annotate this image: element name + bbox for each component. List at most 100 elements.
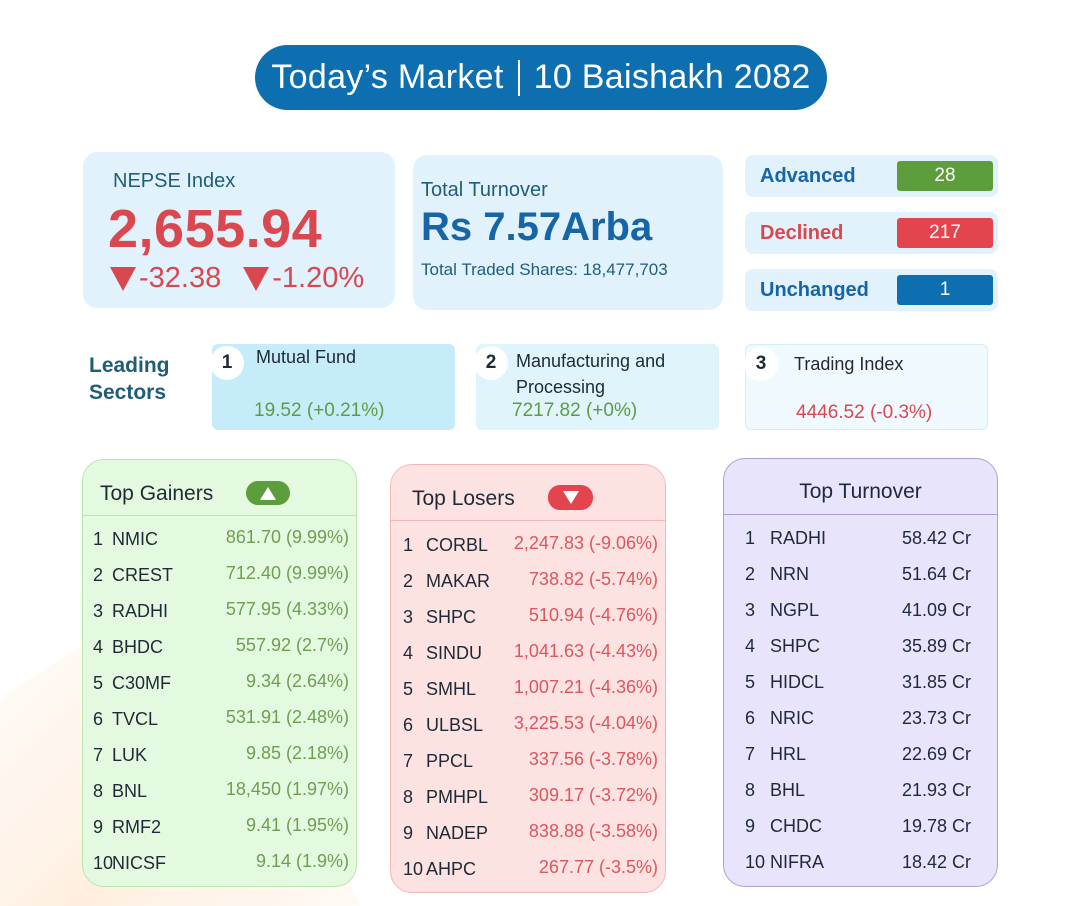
advanced-count: 28 (897, 161, 993, 191)
row-symbol: TVCL (112, 709, 159, 729)
row-symbol: ULBSL (426, 715, 484, 735)
row-symbol: NMIC (112, 529, 158, 549)
row-symbol: BHL (770, 780, 806, 800)
row-symbol: LUK (112, 745, 148, 765)
triangle-up-icon (260, 486, 276, 500)
turnover-label: Total Turnover (421, 179, 548, 201)
title-separator (517, 59, 520, 96)
row-value: 9.85 (2.18%) (245, 743, 349, 763)
losers-badge (548, 485, 593, 510)
row-index: 10 (745, 852, 766, 872)
row-index: 5 (745, 672, 756, 692)
row-index: 3 (745, 600, 756, 620)
sector-name: Mutual Fund (256, 347, 357, 367)
leading-sectors-title: Leading Sectors (89, 352, 170, 406)
title-date: 10 Baishakh 2082 (533, 58, 811, 96)
row-value: 838.88 (-3.58%) (528, 821, 658, 841)
row-index: 3 (93, 601, 104, 621)
row-value: 51.64 Cr (901, 564, 971, 584)
row-value: 23.73 Cr (901, 708, 971, 728)
row-index: 1 (403, 535, 414, 555)
row-value: 35.89 Cr (901, 636, 971, 656)
nepse-value: 2,655.94 (108, 199, 323, 259)
top-losers-title: Top Losers (412, 487, 515, 510)
row-symbol: SINDU (426, 643, 483, 663)
row-value: 1,041.63 (-4.43%) (513, 641, 658, 661)
row-index: 1 (93, 529, 104, 549)
traded-shares: Total Traded Shares: 18,477,703 (421, 260, 668, 279)
total-turnover-card: Total Turnover Rs 7.57Arba Total Traded … (413, 155, 723, 310)
row-symbol: RADHI (770, 528, 827, 548)
row-index: 8 (745, 780, 756, 800)
row-symbol: PPCL (426, 751, 474, 771)
page-title: Today’s Market 10 Baishakh 2082 (255, 45, 827, 110)
sector-name: Trading Index (794, 354, 904, 374)
triangle-down-icon (562, 491, 579, 504)
row-index: 4 (745, 636, 756, 656)
sector-rank: 1 (210, 346, 244, 380)
nepse-label: NEPSE Index (113, 170, 236, 192)
table-row: 1 NMIC 861.70 (9.99%) (83, 520, 356, 556)
sector-name: Manufacturing and Processing (516, 351, 666, 397)
row-symbol: RADHI (112, 601, 169, 621)
sector-value: 7217.82 (+0%) (512, 400, 638, 421)
table-row: 10 NIFRA 18.42 Cr (724, 843, 997, 879)
table-row: 7 HRL 22.69 Cr (724, 735, 997, 771)
row-index: 6 (93, 709, 104, 729)
row-index: 10 (403, 859, 424, 879)
declined-label: Declined (760, 222, 844, 244)
table-row: 7 PPCL 337.56 (-3.78%) (391, 741, 665, 777)
row-value: 9.34 (2.64%) (245, 671, 349, 691)
table-row: 2 CREST 712.40 (9.99%) (83, 556, 356, 592)
table-row: 3 NGPL 41.09 Cr (724, 591, 997, 627)
sector-rank: 3 (744, 347, 778, 381)
row-index: 2 (93, 565, 104, 585)
row-symbol: CHDC (770, 816, 822, 836)
row-value: 2,247.83 (-9.06%) (513, 533, 658, 553)
gainers-badge (246, 481, 290, 505)
advanced-label: Advanced (760, 165, 856, 187)
table-row: 9 NADEP 838.88 (-3.58%) (391, 813, 665, 849)
table-row: 8 BNL 18,450 (1.97%) (83, 772, 356, 808)
table-row: 4 BHDC 557.92 (2.7%) (83, 628, 356, 664)
unchanged-count: 1 (897, 275, 993, 305)
down-arrow-icon (243, 266, 270, 291)
table-row: 5 C30MF 9.34 (2.64%) (83, 664, 356, 700)
table-row: 6 ULBSL 3,225.53 (-4.04%) (391, 705, 665, 741)
table-row: 4 SINDU 1,041.63 (-4.43%) (391, 633, 665, 669)
row-symbol: CREST (112, 565, 174, 585)
table-row: 2 MAKAR 738.82 (-5.74%) (391, 561, 665, 597)
row-index: 9 (403, 823, 414, 843)
table-row: 10 AHPC 267.77 (-3.5%) (391, 849, 665, 885)
row-index: 7 (403, 751, 414, 771)
row-index: 5 (403, 679, 414, 699)
row-index: 2 (403, 571, 414, 591)
row-value: 510.94 (-4.76%) (528, 605, 658, 625)
table-row: 7 LUK 9.85 (2.18%) (83, 736, 356, 772)
row-symbol: NIFRA (770, 852, 824, 872)
row-symbol: MAKAR (426, 571, 491, 591)
table-row: 1 RADHI 58.42 Cr (724, 519, 997, 555)
row-value: 337.56 (-3.78%) (528, 749, 658, 769)
row-index: 10 (93, 853, 114, 873)
table-row: 6 TVCL 531.91 (2.48%) (83, 700, 356, 736)
row-symbol: BNL (112, 781, 148, 801)
row-symbol: RMF2 (112, 817, 161, 837)
row-value: 1,007.21 (-4.36%) (513, 677, 658, 697)
table-row: 6 NRIC 23.73 Cr (724, 699, 997, 735)
turnover-value: Rs 7.57Arba (421, 205, 653, 249)
leading-sectors-title-line2: Sectors (89, 381, 167, 404)
title-text: Today’s Market (271, 58, 504, 96)
row-symbol: NADEP (426, 823, 489, 843)
table-row: 10 NICSF 9.14 (1.9%) (83, 844, 356, 880)
row-value: 557.92 (2.7%) (235, 635, 349, 655)
top-gainers-title: Top Gainers (100, 482, 214, 505)
row-index: 7 (93, 745, 104, 765)
row-value: 309.17 (-3.72%) (528, 785, 658, 805)
nepse-index-card: NEPSE Index 2,655.94 -32.38 -1.20% (83, 152, 395, 308)
row-symbol: HIDCL (770, 672, 825, 692)
row-value: 9.41 (1.95%) (245, 815, 349, 835)
row-index: 9 (93, 817, 104, 837)
row-symbol: NGPL (770, 600, 820, 620)
table-row: 9 RMF2 9.41 (1.95%) (83, 808, 356, 844)
